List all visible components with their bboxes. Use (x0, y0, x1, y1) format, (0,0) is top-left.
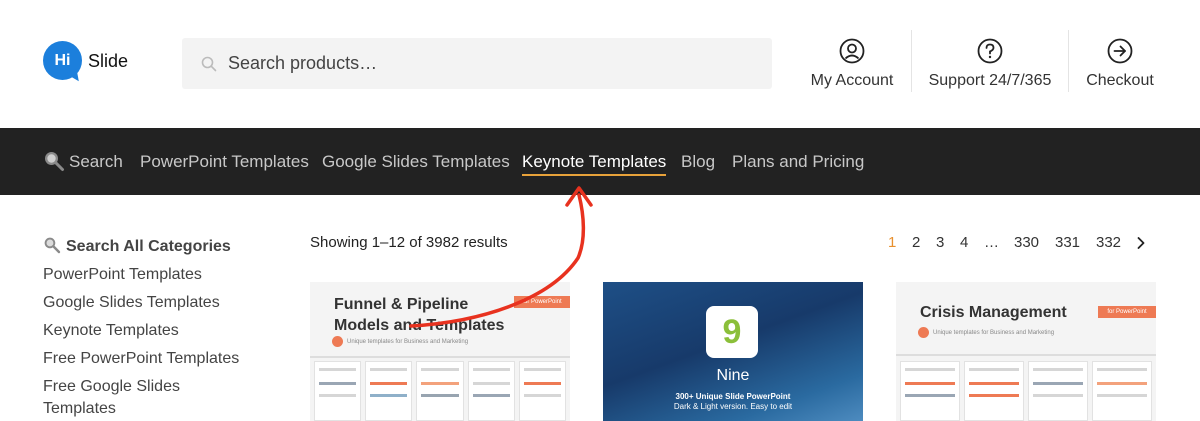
sidebar-item-free-powerpoint-templates[interactable]: Free PowerPoint Templates (43, 348, 263, 370)
page-332[interactable]: 332 (1096, 234, 1121, 251)
page-2[interactable]: 2 (912, 234, 920, 251)
page-3[interactable]: 3 (936, 234, 944, 251)
nav-keynote-label: Keynote Templates (522, 152, 667, 171)
card-divider (310, 356, 570, 358)
sidebar-item-google-slides-templates[interactable]: Google Slides Templates (43, 292, 263, 314)
product-card-funnel-pipeline[interactable]: Funnel & Pipeline Models and Templates f… (310, 282, 570, 421)
slide-thumbnails (314, 361, 567, 421)
slide-thumbnail (365, 361, 413, 421)
product-title: Nine (716, 367, 750, 384)
user-circle-icon (839, 38, 865, 64)
search-box (182, 38, 772, 89)
site-header: Hi Slide My Account Support 24/7/365 (0, 0, 1200, 128)
slide-thumbnail (416, 361, 464, 421)
slide-thumbnail (900, 361, 960, 421)
nav-keynote-templates[interactable]: Keynote Templates (522, 152, 667, 176)
main-nav: Search PowerPoint Templates Google Slide… (0, 128, 1200, 195)
help-circle-icon (977, 38, 1003, 64)
header-divider (911, 30, 912, 92)
sidebar-item-powerpoint-templates[interactable]: PowerPoint Templates (43, 264, 263, 286)
slide-thumbnail (1028, 361, 1088, 421)
support-label: Support 24/7/365 (928, 72, 1052, 89)
page-330[interactable]: 330 (1014, 234, 1039, 251)
sidebar-item-keynote-templates[interactable]: Keynote Templates (43, 320, 263, 342)
product-description-line: Dark & Light version. Easy to edit (673, 402, 793, 411)
slide-thumbnail (518, 361, 567, 421)
sidebar-title-text: Search All Categories (66, 238, 231, 255)
card-divider (896, 354, 1156, 356)
slide-thumbnail (1092, 361, 1152, 421)
search-icon[interactable] (43, 150, 65, 172)
product-tag: for PowerPoint (1098, 306, 1156, 318)
nav-plans-and-pricing[interactable]: Plans and Pricing (732, 152, 864, 172)
header-divider (1068, 30, 1069, 92)
slide-thumbnails (900, 361, 1152, 421)
search-icon (201, 56, 217, 72)
product-card-nine[interactable]: 9 Nine 300+ Unique Slide PowerPoint Dark… (603, 282, 863, 421)
arrow-right-circle-icon (1107, 38, 1133, 64)
nav-search[interactable]: Search (69, 152, 123, 172)
checkout-link[interactable]: Checkout (1084, 30, 1156, 100)
product-title: Funnel & Pipeline Models and Templates (334, 296, 505, 334)
my-account-label: My Account (810, 72, 894, 89)
checkout-label: Checkout (1086, 72, 1154, 89)
support-link[interactable]: Support 24/7/365 (928, 30, 1052, 100)
chevron-right-icon[interactable] (1135, 236, 1147, 250)
page-4[interactable]: 4 (960, 234, 968, 251)
product-subtitle: Unique templates for Business and Market… (918, 327, 1054, 338)
nine-badge: 9 (706, 306, 758, 358)
nav-powerpoint-templates[interactable]: PowerPoint Templates (140, 152, 309, 172)
product-subtitle-text: Unique templates for Business and Market… (933, 330, 1055, 337)
product-description: 300+ Unique Slide PowerPoint Dark & Ligh… (603, 392, 863, 412)
my-account-link[interactable]: My Account (808, 30, 896, 100)
product-description-line: 300+ Unique Slide PowerPoint (675, 392, 791, 401)
page-1[interactable]: 1 (888, 234, 896, 251)
slide-thumbnail (314, 361, 362, 421)
page-ellipsis: … (984, 234, 999, 251)
logo[interactable]: Hi Slide (43, 41, 143, 85)
slide-thumbnail (964, 361, 1024, 421)
nav-blog[interactable]: Blog (681, 152, 715, 172)
active-underline (522, 174, 667, 176)
product-subtitle: Unique templates for Business and Market… (332, 336, 468, 347)
product-subtitle-text: Unique templates for Business and Market… (347, 339, 469, 346)
search-icon (44, 237, 61, 254)
results-count: Showing 1–12 of 3982 results (310, 234, 508, 251)
sidebar-item-free-google-slides-templates[interactable]: Free Google Slides Templates (43, 376, 193, 420)
nav-google-slides-templates[interactable]: Google Slides Templates (322, 152, 510, 172)
page-331[interactable]: 331 (1055, 234, 1080, 251)
product-card-crisis-management[interactable]: Crisis Management for PowerPoint Unique … (896, 282, 1156, 421)
sidebar-title: Search All Categories (43, 236, 231, 256)
product-title: Crisis Management (920, 304, 1067, 321)
search-input[interactable] (228, 38, 758, 89)
logo-text: Slide (88, 51, 129, 71)
product-tag: for PowerPoint (514, 296, 570, 308)
slide-thumbnail (467, 361, 515, 421)
